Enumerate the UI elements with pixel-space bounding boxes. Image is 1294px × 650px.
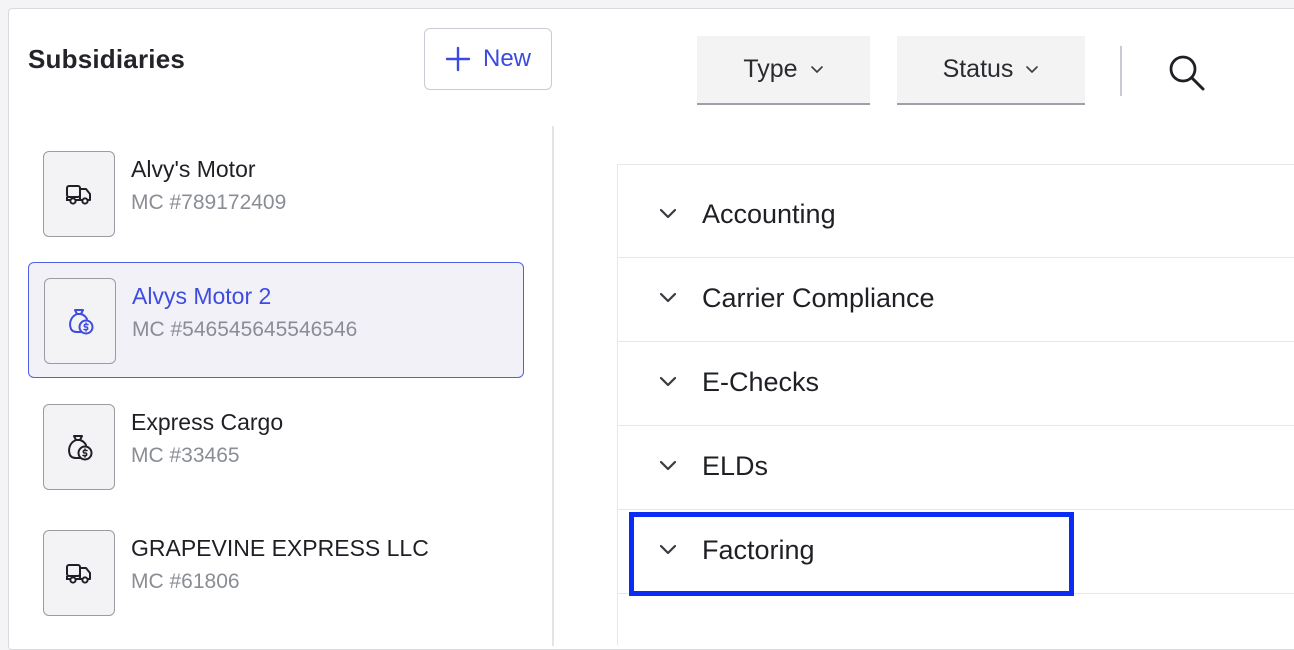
- integration-sections-panel: Accounting Carrier Compliance E-Checks E…: [617, 164, 1294, 645]
- subsidiary-mc-number: MC #61806: [131, 570, 240, 593]
- subsidiary-name: GRAPEVINE EXPRESS LLC: [131, 535, 429, 561]
- status-filter-label: Status: [942, 55, 1014, 83]
- chevron-down-icon: [659, 544, 677, 555]
- subsidiary-mc-number: MC #546545645546546: [132, 318, 358, 341]
- search-icon[interactable]: [1166, 52, 1208, 94]
- section-label: Carrier Compliance: [702, 283, 935, 313]
- section-accounting[interactable]: Accounting: [618, 175, 1294, 258]
- subsidiary-name: Express Cargo: [131, 409, 284, 435]
- subsidiary-item[interactable]: Express Cargo MC #33465: [28, 389, 524, 505]
- truck-icon: [43, 530, 115, 616]
- list-divider: [552, 126, 554, 646]
- subsidiary-item[interactable]: GRAPEVINE EXPRESS LLC MC #61806: [28, 515, 524, 631]
- chevron-down-icon: [659, 292, 677, 303]
- new-button-label: New: [482, 45, 531, 72]
- section-e-checks[interactable]: E-Checks: [618, 343, 1294, 426]
- section-label: Factoring: [702, 535, 815, 565]
- section-factoring[interactable]: Factoring: [618, 511, 1294, 594]
- section-label: E-Checks: [702, 367, 820, 397]
- money-bag-icon: [44, 278, 116, 364]
- chevron-down-icon: [659, 208, 677, 219]
- section-carrier-compliance[interactable]: Carrier Compliance: [618, 259, 1294, 342]
- subsidiary-item-selected[interactable]: Alvys Motor 2 MC #546545645546546: [28, 262, 524, 378]
- chevron-down-icon: [1026, 65, 1039, 73]
- chevron-down-icon: [810, 65, 823, 73]
- section-label: Accounting: [702, 199, 836, 229]
- money-bag-icon: [43, 404, 115, 490]
- subsidiary-name: Alvys Motor 2: [132, 283, 272, 309]
- type-filter-dropdown[interactable]: Type: [697, 36, 870, 105]
- subsidiary-name: Alvy's Motor: [131, 156, 256, 182]
- chevron-down-icon: [659, 460, 677, 471]
- chevron-down-icon: [659, 376, 677, 387]
- section-elds[interactable]: ELDs: [618, 427, 1294, 510]
- toolbar-divider: [1120, 46, 1122, 96]
- plus-icon: [445, 46, 471, 72]
- new-subsidiary-button[interactable]: New: [424, 28, 552, 90]
- status-filter-dropdown[interactable]: Status: [897, 36, 1085, 105]
- subsidiary-mc-number: MC #33465: [131, 444, 240, 467]
- page-title: Subsidiaries: [28, 44, 186, 74]
- subsidiary-item[interactable]: Alvy's Motor MC #789172409: [28, 136, 524, 252]
- type-filter-label: Type: [743, 55, 798, 83]
- truck-icon: [43, 151, 115, 237]
- subsidiary-mc-number: MC #789172409: [131, 191, 287, 214]
- section-label: ELDs: [702, 451, 769, 481]
